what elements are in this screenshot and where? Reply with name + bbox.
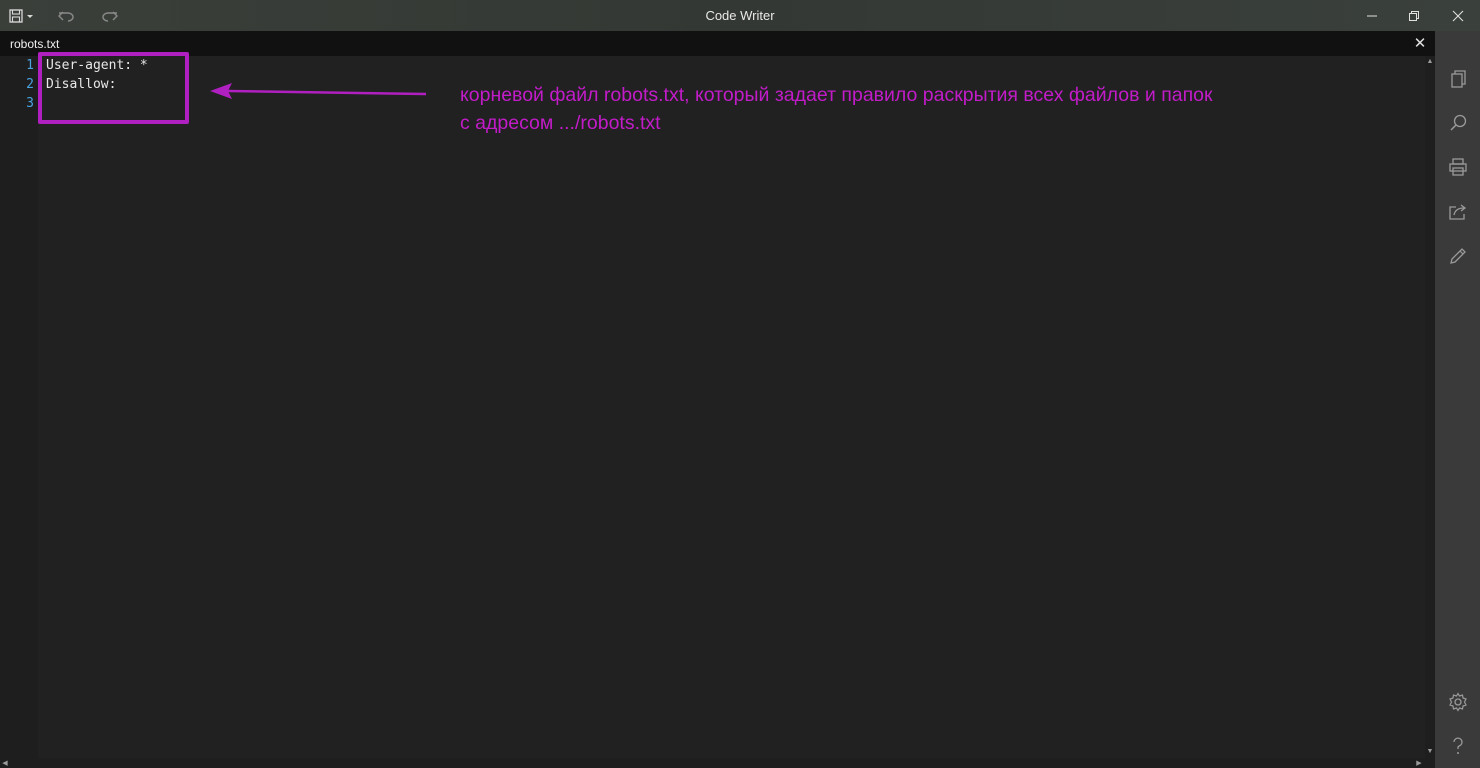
annotation-text: корневой файл robots.txt, который задает…	[460, 81, 1340, 137]
window-title: Code Writer	[705, 8, 775, 23]
tab-bar: robots.txt ✕	[0, 31, 1435, 56]
print-icon	[1448, 158, 1467, 176]
settings-icon	[1448, 692, 1467, 712]
pages-button[interactable]	[1435, 61, 1480, 97]
minimize-icon	[1367, 15, 1377, 16]
edit-button[interactable]	[1435, 238, 1480, 274]
right-sidebar	[1435, 31, 1480, 768]
share-button[interactable]	[1435, 194, 1480, 230]
restore-icon	[1409, 10, 1419, 21]
settings-button[interactable]	[1435, 684, 1480, 720]
search-icon	[1449, 114, 1466, 131]
line-number: 2	[26, 77, 34, 92]
restore-button[interactable]	[1394, 0, 1434, 31]
help-icon	[1452, 737, 1463, 754]
pen-icon	[1449, 248, 1466, 264]
annotation-line: с адресом .../robots.txt	[460, 112, 661, 134]
close-window-button[interactable]	[1438, 0, 1478, 31]
print-button[interactable]	[1435, 149, 1480, 185]
search-button[interactable]	[1435, 105, 1480, 141]
line-number: 1	[26, 58, 34, 73]
scroll-left-icon[interactable]: ◀	[0, 758, 10, 768]
minimize-button[interactable]	[1352, 0, 1392, 31]
annotation-arrow	[210, 83, 427, 99]
horizontal-scrollbar[interactable]: ◀ ▶	[0, 758, 1435, 768]
scroll-up-icon[interactable]: ▲	[1425, 56, 1435, 66]
pages-icon	[1450, 70, 1466, 88]
highlight-box	[38, 52, 189, 124]
vertical-scrollbar[interactable]: ▲ ▼	[1425, 56, 1435, 758]
help-button[interactable]	[1435, 728, 1480, 764]
code-editor[interactable]: User-agent: * Disallow: корневой файл ro…	[38, 52, 1425, 758]
title-bar: Code Writer	[0, 0, 1480, 31]
tab-close-button[interactable]: ✕	[1411, 33, 1429, 53]
annotation-line: корневой файл robots.txt, который задает…	[460, 84, 1213, 106]
scroll-right-icon[interactable]: ▶	[1414, 758, 1424, 768]
close-icon: ✕	[1413, 35, 1427, 52]
close-icon	[1452, 10, 1464, 21]
scroll-down-icon[interactable]: ▼	[1425, 746, 1435, 756]
line-number-gutter: 1 2 3	[0, 56, 38, 758]
share-icon	[1448, 204, 1466, 220]
line-number: 3	[26, 96, 34, 111]
tab-robots-txt[interactable]: robots.txt	[10, 37, 59, 51]
